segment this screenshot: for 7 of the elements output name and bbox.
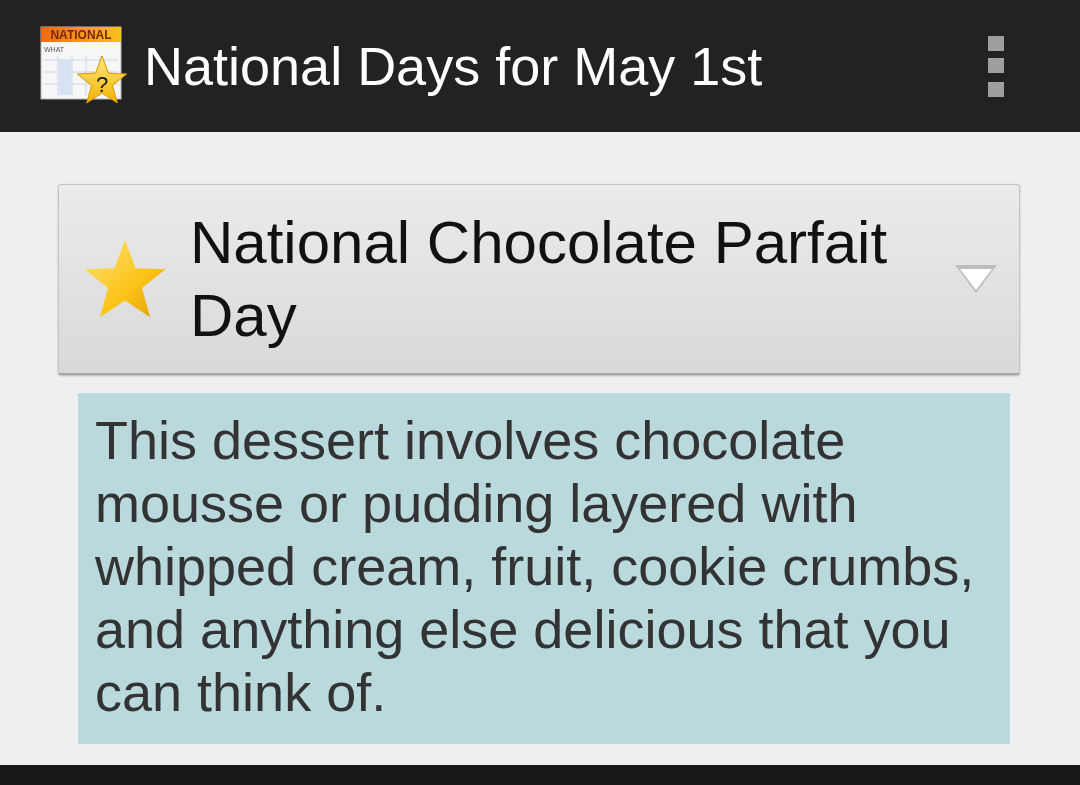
- icon-banner-text: NATIONAL: [50, 28, 112, 42]
- question-mark: ?: [95, 72, 109, 97]
- overflow-menu-icon[interactable]: [988, 35, 1004, 97]
- star-icon: [84, 238, 166, 320]
- day-header-button[interactable]: National Chocolate Parfait Day: [58, 184, 1020, 375]
- day-description: This dessert involves chocolate mousse or pudding layered with whipped cream, fruit, cookie crumbs, and anything else delicious that you can think of.: [78, 393, 1010, 744]
- app-title: National Days for May 1st: [144, 35, 764, 97]
